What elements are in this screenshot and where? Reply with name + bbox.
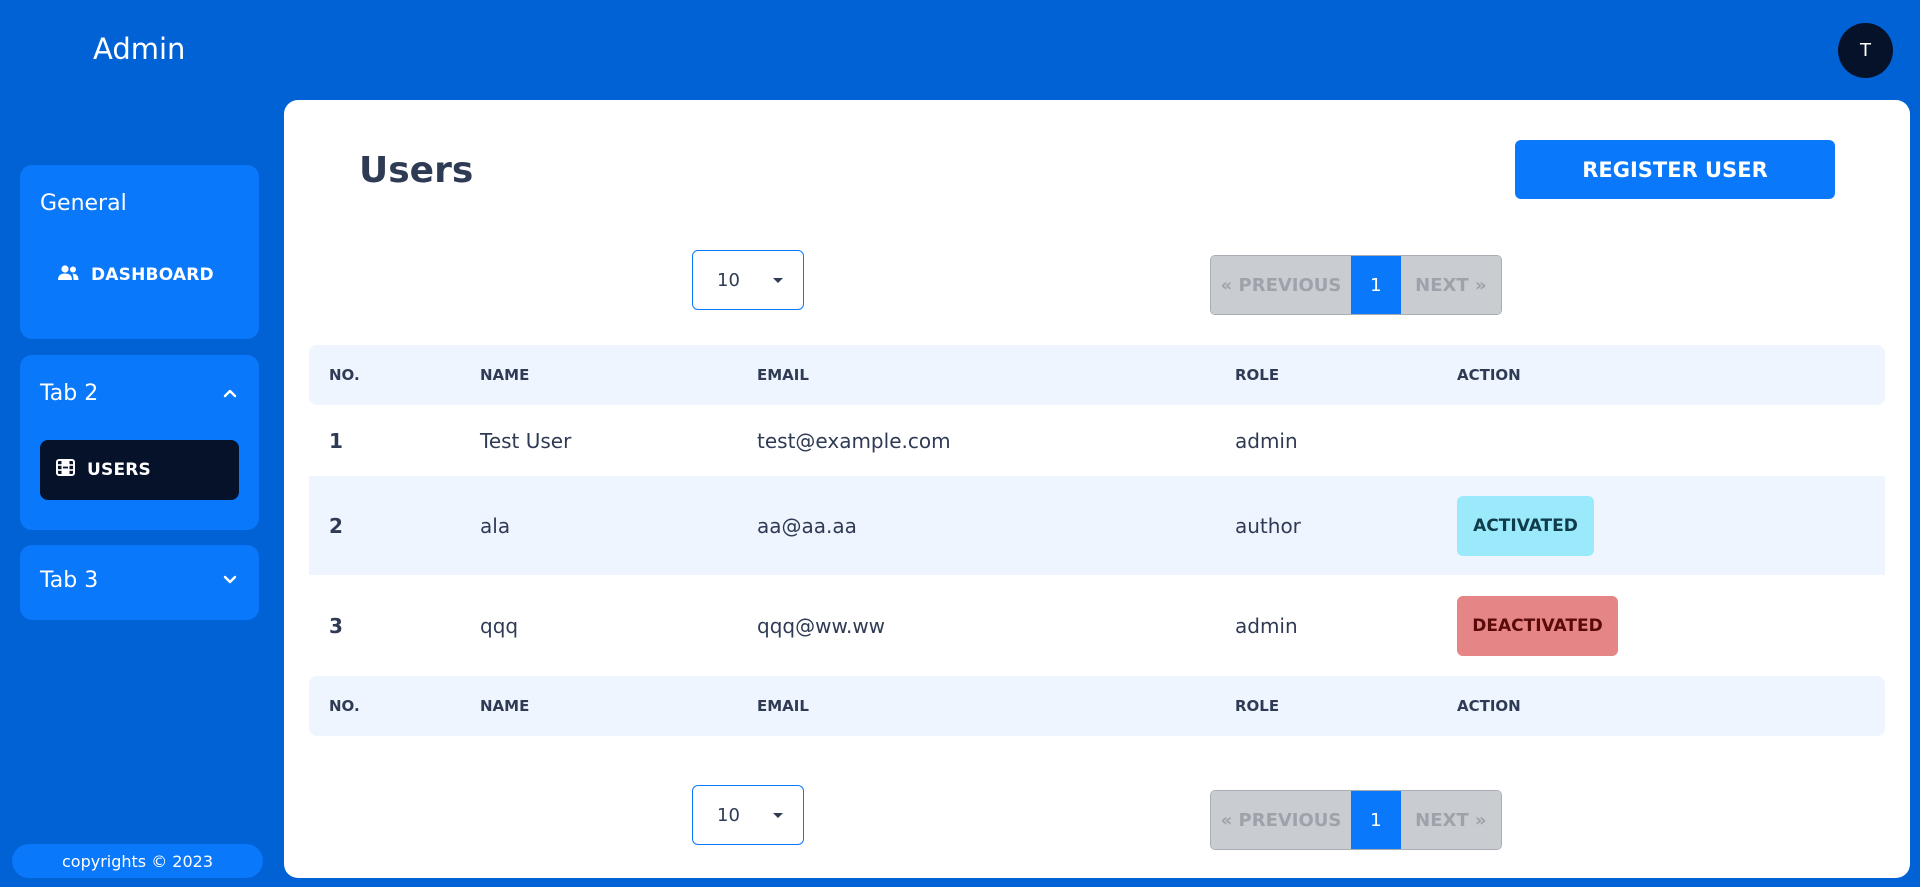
column-header-role: ROLE: [1235, 366, 1280, 384]
table-row: 1 Test User test@example.com admin: [309, 405, 1885, 476]
sidebar-section-tab-3[interactable]: Tab 3: [20, 545, 259, 620]
sidebar-item-label: DASHBOARD: [91, 265, 214, 285]
page-size-select[interactable]: 10: [692, 785, 804, 845]
pagination: « PREVIOUS 1 NEXT »: [1210, 255, 1502, 315]
table-row: 3 qqq qqq@ww.ww admin DEACTIVATED: [309, 575, 1885, 676]
sidebar-section-tab-2: Tab 2 USERS: [20, 355, 259, 530]
page-title: Users: [359, 150, 474, 191]
pagination: « PREVIOUS 1 NEXT »: [1210, 790, 1502, 850]
cell-no: 1: [329, 428, 343, 453]
table-row: 2 ala aa@aa.aa author ACTIVATED: [309, 476, 1885, 575]
caret-down-icon: [773, 278, 783, 283]
cell-email: test@example.com: [757, 428, 951, 453]
current-page-button[interactable]: 1: [1351, 791, 1401, 849]
column-header-no: NO.: [329, 366, 360, 384]
next-page-button[interactable]: NEXT »: [1400, 791, 1501, 849]
page-size-value: 10: [717, 804, 740, 826]
sidebar-item-label: USERS: [87, 460, 151, 480]
column-footer-email: EMAIL: [757, 697, 809, 715]
cell-name: ala: [480, 513, 511, 538]
cell-email: aa@aa.aa: [757, 513, 857, 538]
column-header-name: NAME: [480, 366, 530, 384]
avatar-initial: T: [1860, 40, 1871, 61]
next-page-button[interactable]: NEXT »: [1400, 256, 1501, 314]
page-size-value: 10: [717, 269, 740, 291]
column-footer-role: ROLE: [1235, 697, 1280, 715]
sidebar-section-general: General DASHBOARD: [20, 165, 259, 339]
cell-role: admin: [1235, 428, 1298, 453]
sidebar-section-title: General: [40, 191, 127, 216]
chevron-up-icon[interactable]: [223, 385, 237, 399]
sidebar-section-title[interactable]: Tab 2: [40, 381, 98, 406]
previous-page-button[interactable]: « PREVIOUS: [1211, 791, 1352, 849]
column-footer-name: NAME: [480, 697, 530, 715]
caret-down-icon: [773, 813, 783, 818]
deactivated-button[interactable]: DEACTIVATED: [1457, 595, 1618, 656]
cell-name: qqq: [480, 613, 519, 638]
cell-no: 3: [329, 613, 343, 638]
page-size-select[interactable]: 10: [692, 250, 804, 310]
activated-button[interactable]: ACTIVATED: [1457, 495, 1594, 556]
current-page-button[interactable]: 1: [1351, 256, 1401, 314]
sidebar-item-dashboard[interactable]: DASHBOARD: [40, 245, 239, 305]
chevron-down-icon[interactable]: [223, 572, 237, 586]
column-footer-action: ACTION: [1457, 697, 1521, 715]
table-header-row: NO. NAME EMAIL ROLE ACTION: [309, 345, 1885, 405]
table-footer-row: NO. NAME EMAIL ROLE ACTION: [309, 676, 1885, 736]
column-footer-no: NO.: [329, 697, 360, 715]
users-table: NO. NAME EMAIL ROLE ACTION 1 Test User t…: [309, 345, 1885, 736]
copyright-footer: copyrights © 2023: [12, 844, 263, 878]
column-header-email: EMAIL: [757, 366, 809, 384]
app-brand-title: Admin: [93, 32, 186, 66]
user-avatar[interactable]: T: [1838, 23, 1893, 78]
cell-no: 2: [329, 513, 343, 538]
previous-page-button[interactable]: « PREVIOUS: [1211, 256, 1352, 314]
cell-role: author: [1235, 513, 1301, 538]
sidebar-item-users[interactable]: USERS: [40, 440, 239, 500]
register-user-button[interactable]: REGISTER USER: [1515, 140, 1835, 199]
column-header-action: ACTION: [1457, 366, 1521, 384]
main-content-card: Users REGISTER USER 10 « PREVIOUS 1 NEXT…: [284, 100, 1910, 878]
cell-email: qqq@ww.ww: [757, 613, 886, 638]
cell-role: admin: [1235, 613, 1298, 638]
cell-name: Test User: [480, 428, 572, 453]
film-icon: [56, 459, 87, 481]
users-icon: [57, 264, 91, 286]
sidebar-section-title: Tab 3: [40, 568, 99, 593]
